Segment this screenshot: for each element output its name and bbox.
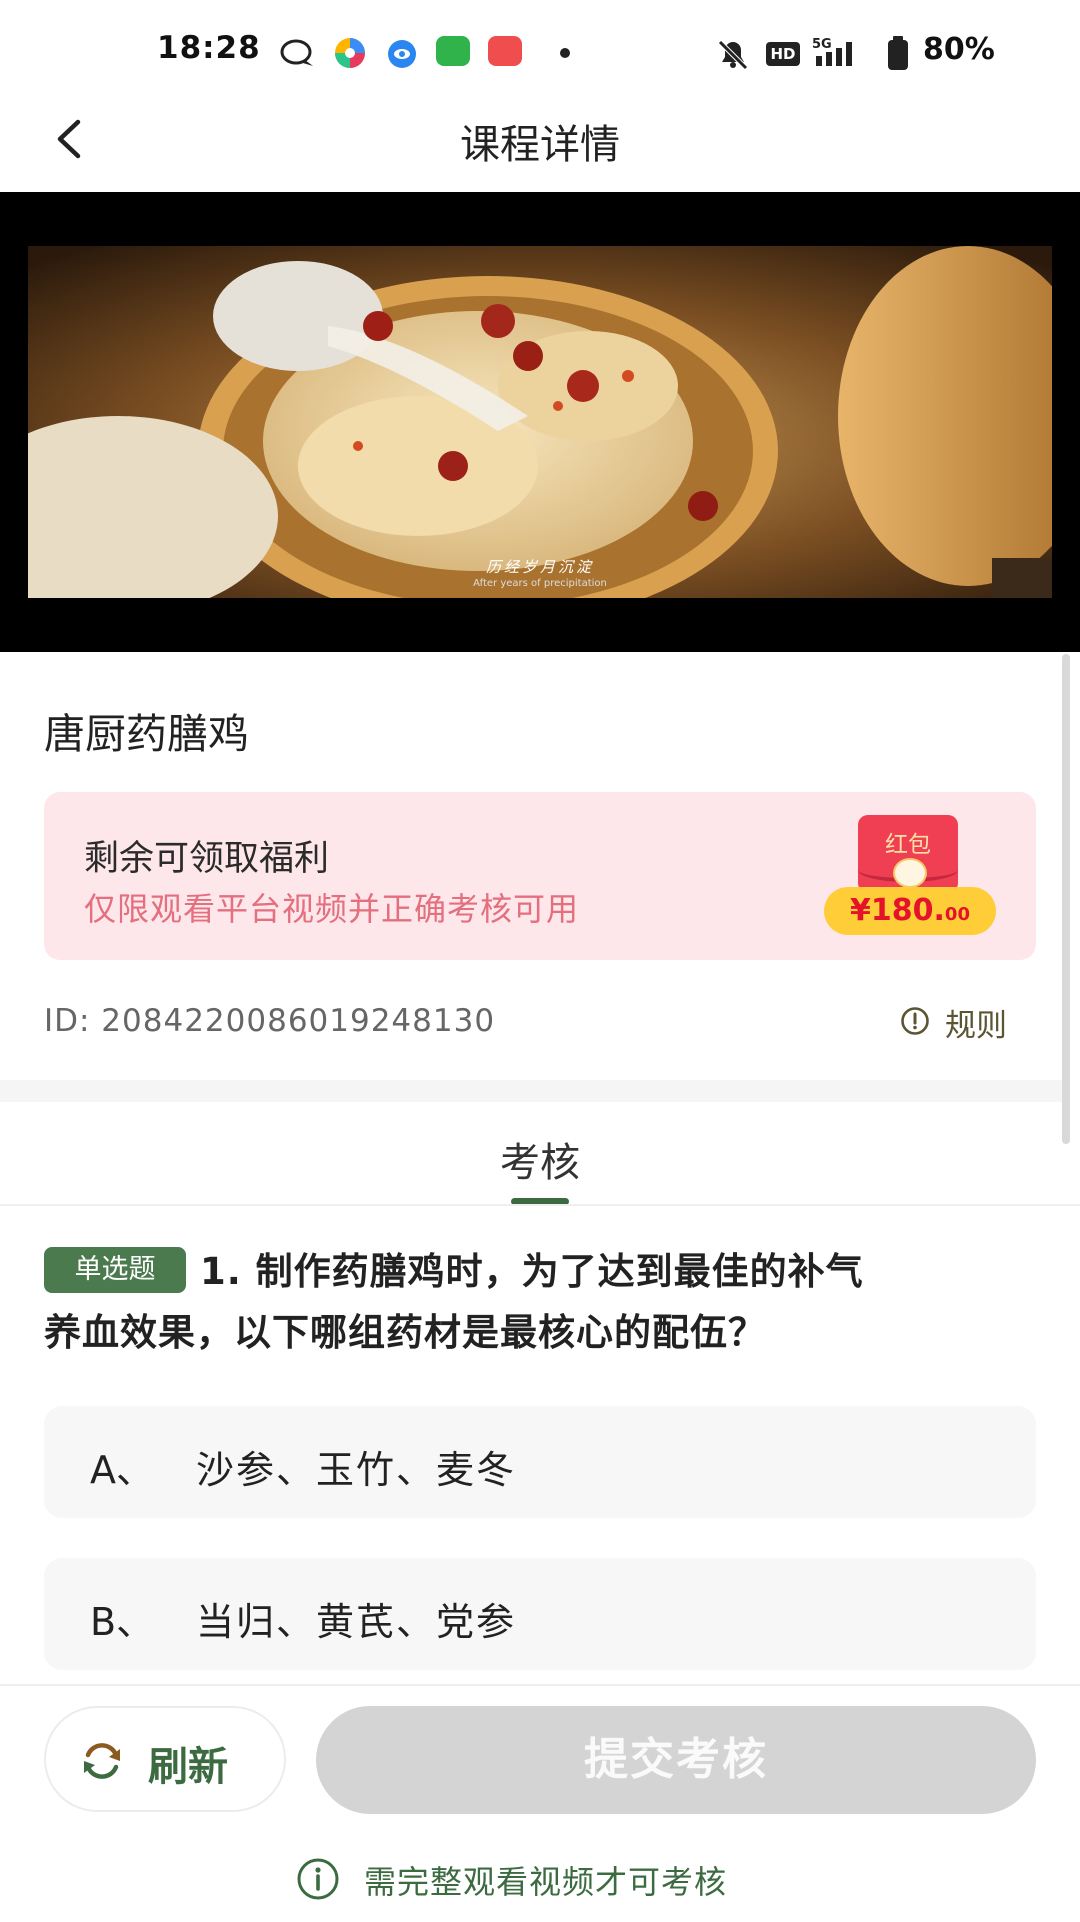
- blue-app-icon: [388, 40, 416, 68]
- colorful-pinwheel-icon: [335, 38, 365, 68]
- refresh-label: 刷新: [148, 1744, 228, 1790]
- option-b-letter: B、: [90, 1600, 155, 1644]
- reward-amount-decimal: 00: [944, 904, 970, 925]
- assessment-note: 需完整观看视频才可考核: [364, 1863, 728, 1901]
- mute-bell-icon: [718, 40, 748, 70]
- option-a-text: 沙参、玉竹、麦冬: [196, 1448, 517, 1492]
- info-circle-icon[interactable]: [900, 1006, 930, 1036]
- video-thumbnail-image: [28, 246, 1052, 598]
- scrollbar[interactable]: [1062, 654, 1070, 1144]
- question-type-badge: 单选题: [44, 1247, 186, 1293]
- music-app-icon: [488, 36, 522, 66]
- notification-dot: [560, 48, 570, 58]
- option-b-text: 当归、黄芪、党参: [196, 1600, 517, 1644]
- option-b[interactable]: [44, 1558, 1036, 1670]
- question-text-line2: 养血效果，以下哪组药材是最核心的配伍？: [44, 1311, 766, 1354]
- video-frame[interactable]: [28, 246, 1052, 598]
- submit-assessment-button[interactable]: 提交考核: [316, 1706, 1036, 1814]
- battery-percent: 80%: [923, 32, 995, 67]
- page-title: 课程详情: [460, 122, 620, 168]
- course-id: ID: 2084220086019248130: [44, 1003, 496, 1039]
- rules-link[interactable]: 规则: [945, 1000, 1007, 1045]
- refresh-icon: [84, 1743, 120, 1779]
- tab-underline: [0, 1204, 1080, 1206]
- option-a-letter: A、: [90, 1448, 154, 1492]
- section-divider: [0, 1080, 1062, 1102]
- video-caption-zh: 历经岁月沉淀: [485, 558, 594, 576]
- 5g-signal-icon: 5G: [812, 37, 852, 66]
- svg-text:5G: 5G: [812, 37, 832, 52]
- chat-bubble-icon: [280, 39, 313, 66]
- welfare-subtitle: 仅限观看平台视频并正确考核可用: [84, 890, 580, 928]
- reward-amount-main: ¥180.: [850, 893, 945, 928]
- video-caption-en: After years of precipitation: [473, 578, 607, 589]
- info-circle-icon: [297, 1858, 339, 1900]
- course-title: 唐厨药膳鸡: [44, 710, 249, 758]
- envelope-pearl: [893, 858, 927, 888]
- tab-assessment[interactable]: 考核: [0, 1130, 1080, 1188]
- envelope-label: 红包: [885, 832, 931, 858]
- option-a[interactable]: [44, 1406, 1036, 1518]
- hd-icon: HD: [766, 42, 800, 66]
- green-app-icon: [436, 36, 470, 66]
- status-time: 18:28: [157, 30, 261, 66]
- question-text-line1: 1. 制作药膳鸡时，为了达到最佳的补气: [200, 1250, 864, 1293]
- reward-amount: ¥180.00: [824, 887, 996, 935]
- battery-icon: [888, 36, 908, 70]
- welfare-title: 剩余可领取福利: [84, 839, 330, 879]
